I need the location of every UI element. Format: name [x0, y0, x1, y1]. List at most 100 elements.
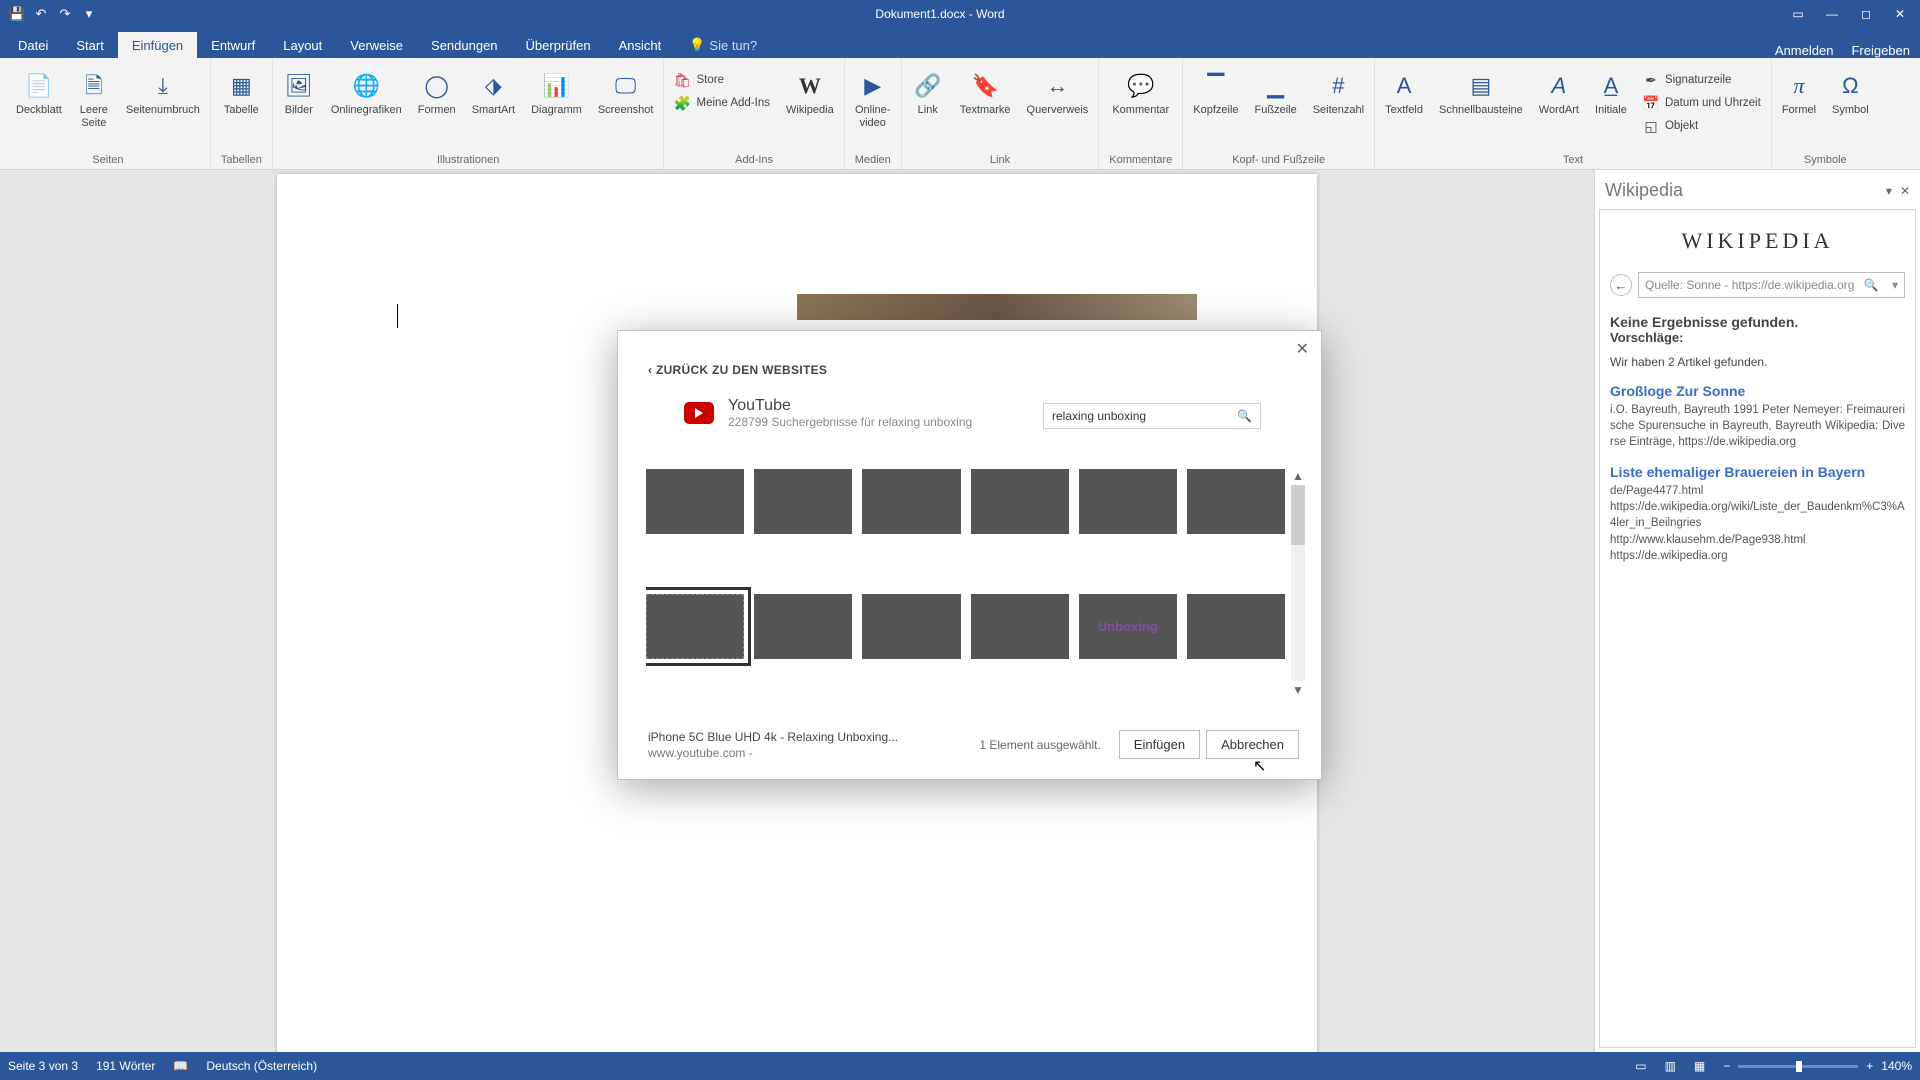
scroll-down-icon[interactable]: ▼ [1292, 683, 1304, 697]
result-thumb[interactable] [1187, 594, 1285, 659]
tab-layout[interactable]: Layout [269, 32, 336, 58]
cancel-button[interactable]: Abbrechen [1206, 730, 1299, 759]
ribbon-display-icon[interactable]: ▭ [1782, 3, 1814, 25]
zoom-value[interactable]: 140% [1881, 1059, 1912, 1073]
textmarke-button[interactable]: 🔖Textmarke [954, 66, 1017, 121]
signaturzeile-button[interactable]: ✒Signaturzeile [1637, 70, 1767, 90]
results-scrollbar[interactable]: ▲ ▼ [1289, 469, 1307, 697]
result-thumb[interactable] [862, 469, 960, 534]
dialog-search-icon[interactable]: 🔍 [1237, 409, 1252, 423]
result-thumb[interactable]: Unboxing [1079, 594, 1177, 659]
view-read-icon[interactable]: ▭ [1635, 1059, 1646, 1073]
view-print-icon[interactable]: ▥ [1665, 1059, 1676, 1073]
taskpane-back-icon[interactable]: ← [1610, 274, 1632, 296]
tab-einfuegen[interactable]: Einfügen [118, 32, 197, 58]
wikipedia-search-input[interactable]: Quelle: Sonne - https://de.wikipedia.org… [1638, 272, 1905, 298]
view-web-icon[interactable]: ▦ [1694, 1059, 1705, 1073]
result-thumb[interactable] [971, 469, 1069, 534]
kopfzeile-button[interactable]: ▔Kopfzeile [1187, 66, 1244, 121]
wordart-icon: A [1543, 70, 1575, 102]
deckblatt-button[interactable]: 📄Deckblatt [10, 66, 68, 121]
tab-ansicht[interactable]: Ansicht [605, 32, 676, 58]
undo-icon[interactable]: ↶ [32, 5, 50, 23]
seitenumbruch-button[interactable]: ⤓Seitenumbruch [120, 66, 206, 121]
zoom-control[interactable]: − + 140% [1723, 1059, 1912, 1073]
objekt-button[interactable]: ◱Objekt [1637, 116, 1767, 136]
meine-addins-button[interactable]: 🧩Meine Add-Ins [668, 93, 776, 113]
smartart-button[interactable]: ⬗SmartArt [466, 66, 521, 121]
formel-button[interactable]: πFormel [1776, 66, 1822, 121]
dialog-close-icon[interactable]: ✕ [1296, 339, 1309, 359]
insert-button[interactable]: Einfügen [1119, 730, 1200, 759]
group-kopf-fuss: ▔Kopfzeile ▁Fußzeile #Seitenzahl Kopf- u… [1183, 58, 1375, 169]
bilder-button[interactable]: 🖼Bilder [277, 66, 321, 121]
close-icon[interactable]: ✕ [1884, 3, 1916, 25]
link-button[interactable]: 🔗Link [906, 66, 950, 121]
leere-seite-button[interactable]: 🗎Leere Seite [72, 66, 116, 133]
signin-button[interactable]: Anmelden [1775, 43, 1834, 58]
textfeld-button[interactable]: ATextfeld [1379, 66, 1429, 121]
wordart-button[interactable]: AWordArt [1533, 66, 1585, 121]
formen-button[interactable]: ◯Formen [412, 66, 462, 121]
store-icon: 🛍 [674, 72, 690, 88]
wikipedia-button[interactable]: WWikipedia [780, 66, 840, 121]
tab-ueberpruefen[interactable]: Überprüfen [512, 32, 605, 58]
zoom-in-icon[interactable]: + [1866, 1059, 1873, 1073]
dialog-back-link[interactable]: ZURÜCK ZU DEN WEBSITES [648, 363, 827, 377]
tell-me[interactable]: 💡 Sie tun? [675, 31, 771, 58]
taskpane-menu-icon[interactable]: ▾ [1886, 184, 1892, 198]
redo-icon[interactable]: ↷ [56, 5, 74, 23]
tab-entwurf[interactable]: Entwurf [197, 32, 269, 58]
spellcheck-icon[interactable]: 📖 [173, 1059, 188, 1073]
minimize-icon[interactable]: — [1816, 3, 1848, 25]
onlinegrafiken-button[interactable]: 🌐Onlinegrafiken [325, 66, 408, 121]
qat-customize-icon[interactable]: ▾ [80, 5, 98, 23]
initiale-button[interactable]: A̲Initiale [1589, 66, 1633, 121]
querverweis-button[interactable]: ↔Querverweis [1021, 66, 1095, 121]
tab-verweise[interactable]: Verweise [336, 32, 417, 58]
tab-sendungen[interactable]: Sendungen [417, 32, 512, 58]
pagebreak-icon: ⤓ [147, 70, 179, 102]
tab-start[interactable]: Start [62, 32, 117, 58]
text-cursor [397, 304, 398, 328]
result-thumb[interactable] [1187, 469, 1285, 534]
seitenzahl-button[interactable]: #Seitenzahl [1307, 66, 1370, 121]
ribbon-tabs: Datei Start Einfügen Entwurf Layout Verw… [0, 28, 1920, 58]
store-button[interactable]: 🛍Store [668, 70, 776, 90]
maximize-icon[interactable]: ◻ [1850, 3, 1882, 25]
diagramm-button[interactable]: 📊Diagramm [525, 66, 588, 121]
object-icon: ◱ [1643, 118, 1659, 134]
result-thumb-selected[interactable] [646, 594, 744, 659]
result-thumb[interactable] [646, 469, 744, 534]
result-thumb[interactable] [1079, 469, 1177, 534]
result-thumb[interactable] [754, 594, 852, 659]
fusszeile-button[interactable]: ▁Fußzeile [1249, 66, 1303, 121]
scroll-up-icon[interactable]: ▲ [1292, 469, 1304, 483]
result-thumb[interactable] [971, 594, 1069, 659]
kommentar-button[interactable]: 💬Kommentar [1106, 66, 1175, 121]
dialog-search-input[interactable]: relaxing unboxing 🔍 [1043, 403, 1261, 429]
taskpane-close-icon[interactable]: ✕ [1900, 184, 1910, 198]
result-thumb[interactable] [754, 469, 852, 534]
save-icon[interactable]: 💾 [8, 5, 26, 23]
comment-icon: 💬 [1125, 70, 1157, 102]
status-words[interactable]: 191 Wörter [96, 1059, 155, 1073]
result-thumb[interactable] [862, 594, 960, 659]
zoom-slider[interactable] [1738, 1065, 1858, 1068]
result-2-title[interactable]: Liste ehemaliger Brauereien in Bayern [1610, 464, 1905, 480]
status-language[interactable]: Deutsch (Österreich) [206, 1059, 317, 1073]
tabelle-button[interactable]: ▦Tabelle [218, 66, 265, 121]
result-1-title[interactable]: Großloge Zur Sonne [1610, 383, 1905, 399]
schnellbausteine-button[interactable]: ▤Schnellbausteine [1433, 66, 1529, 121]
search-icon[interactable]: 🔍 [1864, 278, 1879, 292]
symbol-button[interactable]: ΩSymbol [1826, 66, 1875, 121]
search-dropdown-icon[interactable]: ▾ [1892, 278, 1898, 292]
tab-datei[interactable]: Datei [4, 32, 62, 58]
share-button[interactable]: Freigeben [1851, 43, 1910, 58]
scroll-thumb[interactable] [1291, 485, 1305, 545]
onlinevideo-button[interactable]: ▶Online- video [849, 66, 896, 133]
screenshot-button[interactable]: 🖵Screenshot [592, 66, 660, 121]
zoom-out-icon[interactable]: − [1723, 1059, 1730, 1073]
status-page[interactable]: Seite 3 von 3 [8, 1059, 78, 1073]
datum-uhrzeit-button[interactable]: 📅Datum und Uhrzeit [1637, 93, 1767, 113]
